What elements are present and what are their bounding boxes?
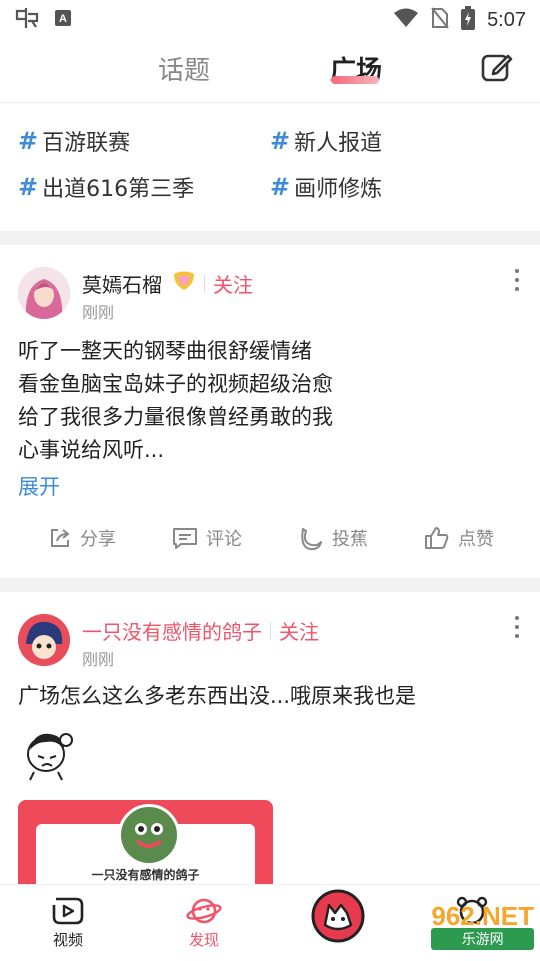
comment-icon (173, 528, 197, 549)
hashtag-icon: # (270, 173, 291, 201)
banana-label: 投蕉 (332, 529, 368, 550)
post-line: 广场怎么这么多老东西出没...哦原来我也是 (18, 684, 417, 708)
status-bar: A 5:07 (0, 0, 540, 36)
vip-badge-icon (172, 271, 196, 296)
comment-button[interactable]: 评论 (172, 525, 242, 551)
follow-button[interactable]: 关注 (213, 269, 253, 298)
post-body: 听了一整天的钢琴曲很舒缓情绪 看金鱼脑宝岛妹子的视频超级治愈 给了我很多力量很像… (18, 335, 333, 467)
post-card: 一只没有感情的鸽子 关注 刚刚 广场怎么这么多老东西出没...哦原来我也是 一只… (0, 592, 540, 884)
clock-time: 5:07 (487, 8, 526, 31)
more-options-icon[interactable] (514, 616, 520, 643)
section-divider (0, 578, 540, 592)
post-line: 看金鱼脑宝岛妹子的视频超级治愈 (18, 372, 333, 396)
topic-label: 画师修炼 (294, 177, 383, 202)
post-time: 刚刚 (82, 303, 115, 322)
section-divider (0, 231, 540, 245)
hashtag-icon: # (270, 127, 291, 155)
topic-list: # 百游联赛 # 新人报道 # 出道616第三季 # 画师修炼 (0, 103, 540, 231)
active-tab-indicator (331, 76, 379, 84)
card-name: 一只没有感情的鸽子 (91, 868, 200, 882)
more-options-icon[interactable] (514, 269, 520, 296)
nav-center-app[interactable] (298, 889, 378, 945)
topic-item[interactable]: # 新人报道 (270, 125, 382, 157)
nav-video-label: 视频 (52, 931, 83, 949)
share-icon (51, 529, 70, 547)
tab-topics[interactable]: 话题 (158, 50, 210, 87)
image-card[interactable]: 一只没有感情的鸽子 (18, 800, 273, 884)
nav-discover-label: 发现 (188, 931, 219, 949)
card-avatar (118, 804, 180, 866)
topic-label: 出道616第三季 (42, 177, 195, 202)
like-button[interactable]: 点赞 (424, 525, 494, 551)
nav-discover[interactable]: 发现 (164, 895, 244, 950)
compose-button[interactable] (480, 50, 514, 84)
edit-icon (481, 54, 513, 82)
post-line: 心事说给风听... (18, 438, 165, 462)
site-watermark: 962.NET 乐游网 (431, 901, 534, 950)
topic-label: 新人报道 (294, 131, 383, 156)
share-label: 分享 (80, 529, 116, 550)
post-body: 广场怎么这么多老东西出没...哦原来我也是 (18, 680, 416, 713)
separator (270, 621, 271, 640)
username[interactable]: 一只没有感情的鸽子 (82, 616, 262, 645)
svg-text:A: A (59, 13, 67, 25)
keyboard-notification-icon: A (54, 9, 72, 31)
avatar[interactable] (18, 267, 70, 319)
post-line: 听了一整天的钢琴曲很舒缓情绪 (18, 339, 312, 363)
share-button[interactable]: 分享 (48, 525, 116, 551)
topic-item[interactable]: # 画师修炼 (270, 171, 382, 203)
separator (204, 274, 205, 293)
banana-icon (301, 528, 322, 551)
bottom-nav: 视频 发现 我的 962.NET 乐游网 (0, 884, 540, 961)
topic-label: 百游联赛 (42, 131, 131, 156)
avatar[interactable] (18, 614, 70, 666)
sticker-image (20, 728, 78, 786)
post-card: 莫嫣石榴 关注 刚刚 听了一整天的钢琴曲很舒缓情绪 看金鱼脑宝岛妹子的视频超级治… (0, 245, 540, 578)
like-label: 点赞 (458, 529, 494, 550)
watermark-text: 962.NET (431, 901, 534, 931)
post-line: 给了我很多力量很像曾经勇敢的我 (18, 405, 333, 429)
battery-charging-icon (461, 6, 476, 34)
username[interactable]: 莫嫣石榴 (82, 269, 162, 298)
header: 话题 广场 (0, 36, 540, 103)
hashtag-icon: # (18, 127, 39, 155)
comment-label: 评论 (206, 529, 242, 550)
topic-item[interactable]: # 百游联赛 (18, 125, 130, 157)
post-actions: 分享 评论 投蕉 点赞 (0, 525, 540, 555)
thumbs-up-icon (425, 527, 449, 549)
nav-video[interactable]: 视频 (28, 895, 108, 950)
app-logo-icon (311, 889, 365, 943)
video-icon (52, 897, 84, 925)
post-time: 刚刚 (82, 650, 115, 669)
hashtag-icon: # (18, 173, 39, 201)
post-author-row: 莫嫣石榴 关注 (82, 269, 253, 298)
no-sim-icon (431, 7, 449, 33)
planet-icon (186, 898, 222, 924)
wifi-icon (393, 8, 419, 32)
topic-item[interactable]: # 出道616第三季 (18, 171, 194, 203)
app-notification-icon (14, 6, 40, 34)
expand-link[interactable]: 展开 (18, 471, 60, 501)
follow-button[interactable]: 关注 (279, 616, 319, 645)
banana-button[interactable]: 投蕉 (298, 525, 368, 551)
post-author-row: 一只没有感情的鸽子 关注 (82, 616, 319, 645)
